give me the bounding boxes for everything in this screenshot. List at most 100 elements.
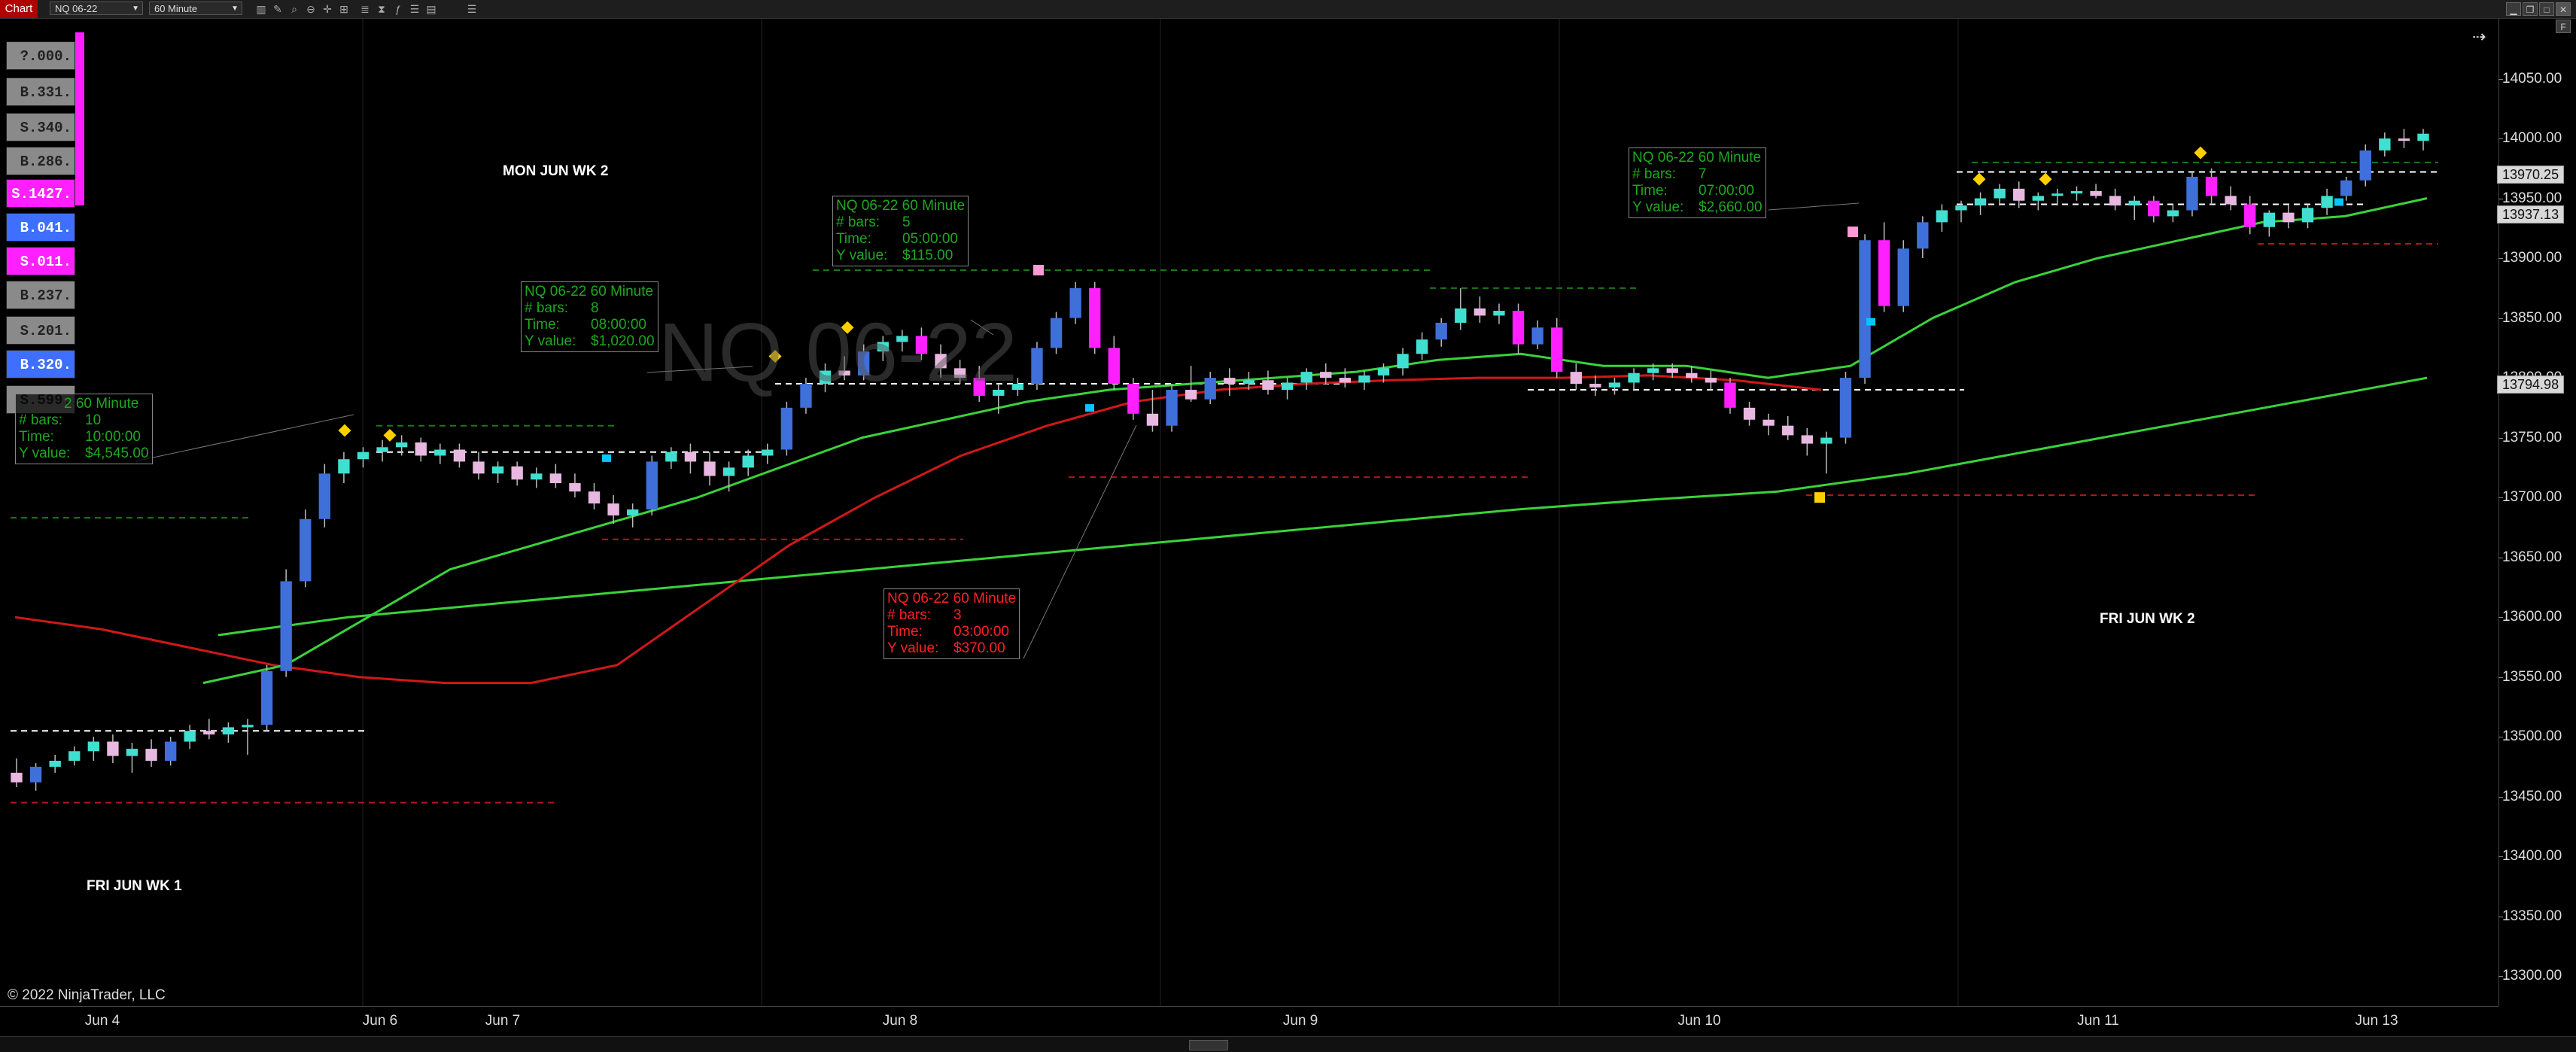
zoom-out-icon[interactable]: ⊖ bbox=[304, 2, 318, 16]
candle-body bbox=[1397, 354, 1409, 369]
measure-title: NQ 06-22 60 Minute bbox=[836, 198, 966, 214]
measure-time-label: Time: bbox=[836, 231, 871, 247]
candle-body bbox=[1031, 348, 1043, 385]
panel-cell: S.011. bbox=[6, 247, 75, 275]
measure-bars: 8 bbox=[591, 300, 599, 316]
candle-body bbox=[2359, 150, 2371, 181]
candle-body bbox=[1089, 287, 1101, 348]
candle-body bbox=[415, 442, 427, 456]
measure-connector-line bbox=[1768, 202, 1860, 211]
candle-body bbox=[1377, 368, 1390, 375]
candle-body bbox=[1551, 327, 1563, 372]
candle-body bbox=[203, 731, 215, 735]
measure-box[interactable]: 2 60 Minute # bars: 10 Time: 10:00:00 Y va… bbox=[15, 394, 153, 464]
measure-bars: 5 bbox=[902, 214, 911, 230]
price-tick-label: 14000.00 bbox=[2502, 130, 2562, 147]
candle-body bbox=[1531, 327, 1543, 345]
candle-body bbox=[453, 449, 466, 462]
candle-body bbox=[2340, 180, 2352, 196]
measure-box[interactable]: NQ 06-22 60 Minute # bars: 3 Time: 03:00:0… bbox=[884, 588, 1020, 659]
crosshair-icon[interactable]: ✛ bbox=[321, 2, 334, 16]
chevron-down-icon: ▼ bbox=[132, 5, 139, 13]
strategy-icon[interactable]: ƒ bbox=[391, 2, 405, 16]
measure-box[interactable]: NQ 06-22 60 Minute # bars: 7 Time: 07:00:0… bbox=[1629, 147, 1766, 218]
measure-box[interactable]: NQ 06-22 60 Minute # bars: 8 Time: 08:00:0… bbox=[521, 281, 658, 352]
hash-icon[interactable]: ⊞ bbox=[337, 2, 351, 16]
measure-title: NQ 06-22 60 Minute bbox=[525, 284, 654, 299]
candle-body bbox=[1897, 248, 1909, 306]
panel-cell: B.286. bbox=[6, 147, 75, 175]
maximize-icon[interactable]: □ bbox=[2539, 2, 2554, 16]
price-tick-label: 13300.00 bbox=[2502, 968, 2562, 984]
price-tick-label: 13850.00 bbox=[2502, 309, 2562, 326]
candle-body bbox=[2128, 200, 2140, 206]
measure-connector-line bbox=[1023, 424, 1137, 659]
candle-body bbox=[1878, 240, 1890, 306]
price-tick-label: 13950.00 bbox=[2502, 190, 2562, 206]
slow-moving-average-line bbox=[217, 376, 2428, 637]
candle-body bbox=[396, 442, 408, 448]
price-tag-ma-fast: 13937.13 bbox=[2497, 205, 2565, 223]
candle-body bbox=[1281, 382, 1294, 390]
candle-body bbox=[2417, 133, 2429, 141]
instrument-selector[interactable]: NQ 06-22 ▼ bbox=[50, 2, 143, 15]
minimize-icon[interactable]: ▁ bbox=[2506, 2, 2521, 16]
candle-body bbox=[1050, 318, 1063, 348]
list-view-icon[interactable]: ☰ bbox=[465, 2, 479, 16]
time-tick: Jun 8 bbox=[882, 1013, 918, 1029]
close-icon[interactable]: ✕ bbox=[2556, 2, 2571, 16]
candle-body bbox=[280, 581, 292, 671]
chart-area[interactable] bbox=[0, 19, 2498, 1006]
horizontal-scrollbar[interactable] bbox=[0, 1036, 2576, 1052]
candle-body bbox=[1917, 222, 1929, 249]
magnify-icon[interactable]: ⌕ bbox=[287, 2, 301, 16]
candle-body bbox=[1724, 382, 1736, 408]
candle-body bbox=[2051, 193, 2064, 196]
candle-body bbox=[1512, 311, 1525, 345]
candle-body bbox=[1743, 407, 1756, 420]
cyan-marker-icon bbox=[602, 454, 611, 462]
candle-body bbox=[1069, 287, 1081, 318]
price-tick-label: 13700.00 bbox=[2502, 489, 2562, 506]
candle-body bbox=[1262, 380, 1274, 390]
candle-body bbox=[2148, 200, 2160, 217]
yellow-marker-icon bbox=[1814, 492, 1825, 503]
properties-icon[interactable]: ☰ bbox=[408, 2, 421, 16]
candle-body bbox=[569, 483, 581, 492]
cyan-marker-icon bbox=[1085, 404, 1094, 412]
price-tick-label: 13550.00 bbox=[2502, 668, 2562, 685]
candle-body bbox=[87, 741, 100, 752]
bars-icon[interactable]: ▥ bbox=[254, 2, 268, 16]
price-tick-label: 13450.00 bbox=[2502, 788, 2562, 804]
instrument-watermark: NQ 06-22 bbox=[658, 306, 1017, 399]
candle-body bbox=[1339, 378, 1351, 383]
hourglass-icon[interactable]: ⧗ bbox=[375, 2, 388, 16]
candle-body bbox=[29, 766, 42, 783]
restore-icon[interactable]: ❐ bbox=[2523, 2, 2538, 16]
signal-diamond-icon bbox=[338, 424, 351, 437]
price-chart[interactable] bbox=[0, 19, 2498, 1006]
scrollbar-thumb[interactable] bbox=[1189, 1040, 1228, 1050]
chart-tab[interactable]: Chart bbox=[0, 0, 38, 18]
interval-selector[interactable]: 60 Minute ▼ bbox=[149, 2, 242, 15]
candle-body bbox=[1474, 308, 1486, 316]
scroll-right-arrow-icon[interactable]: ⇢ bbox=[2472, 27, 2486, 47]
measure-bars-label: # bars: bbox=[525, 300, 569, 316]
candle-body bbox=[1185, 389, 1197, 400]
list-icon[interactable]: ≣ bbox=[358, 2, 372, 16]
pencil-icon[interactable]: ✎ bbox=[271, 2, 284, 16]
price-tick-label: 13750.00 bbox=[2502, 429, 2562, 445]
signal-diamond-icon bbox=[2039, 172, 2052, 186]
candle-body bbox=[145, 749, 157, 761]
candle-body bbox=[222, 727, 235, 735]
candle-body bbox=[1762, 419, 1775, 426]
measure-bars: 10 bbox=[85, 412, 102, 428]
measure-title: NQ 06-22 60 Minute bbox=[887, 591, 1017, 607]
measure-box[interactable]: NQ 06-22 60 Minute # bars: 5 Time: 05:00:0… bbox=[832, 196, 969, 266]
tile-icon[interactable]: ▤ bbox=[424, 2, 438, 16]
panel-cell: S.1427. bbox=[6, 179, 75, 208]
price-tick-label: 13500.00 bbox=[2502, 728, 2562, 745]
candle-body bbox=[2167, 210, 2179, 217]
cyan-marker-icon bbox=[1866, 318, 1875, 326]
panel-cell: B.331. bbox=[6, 78, 75, 106]
